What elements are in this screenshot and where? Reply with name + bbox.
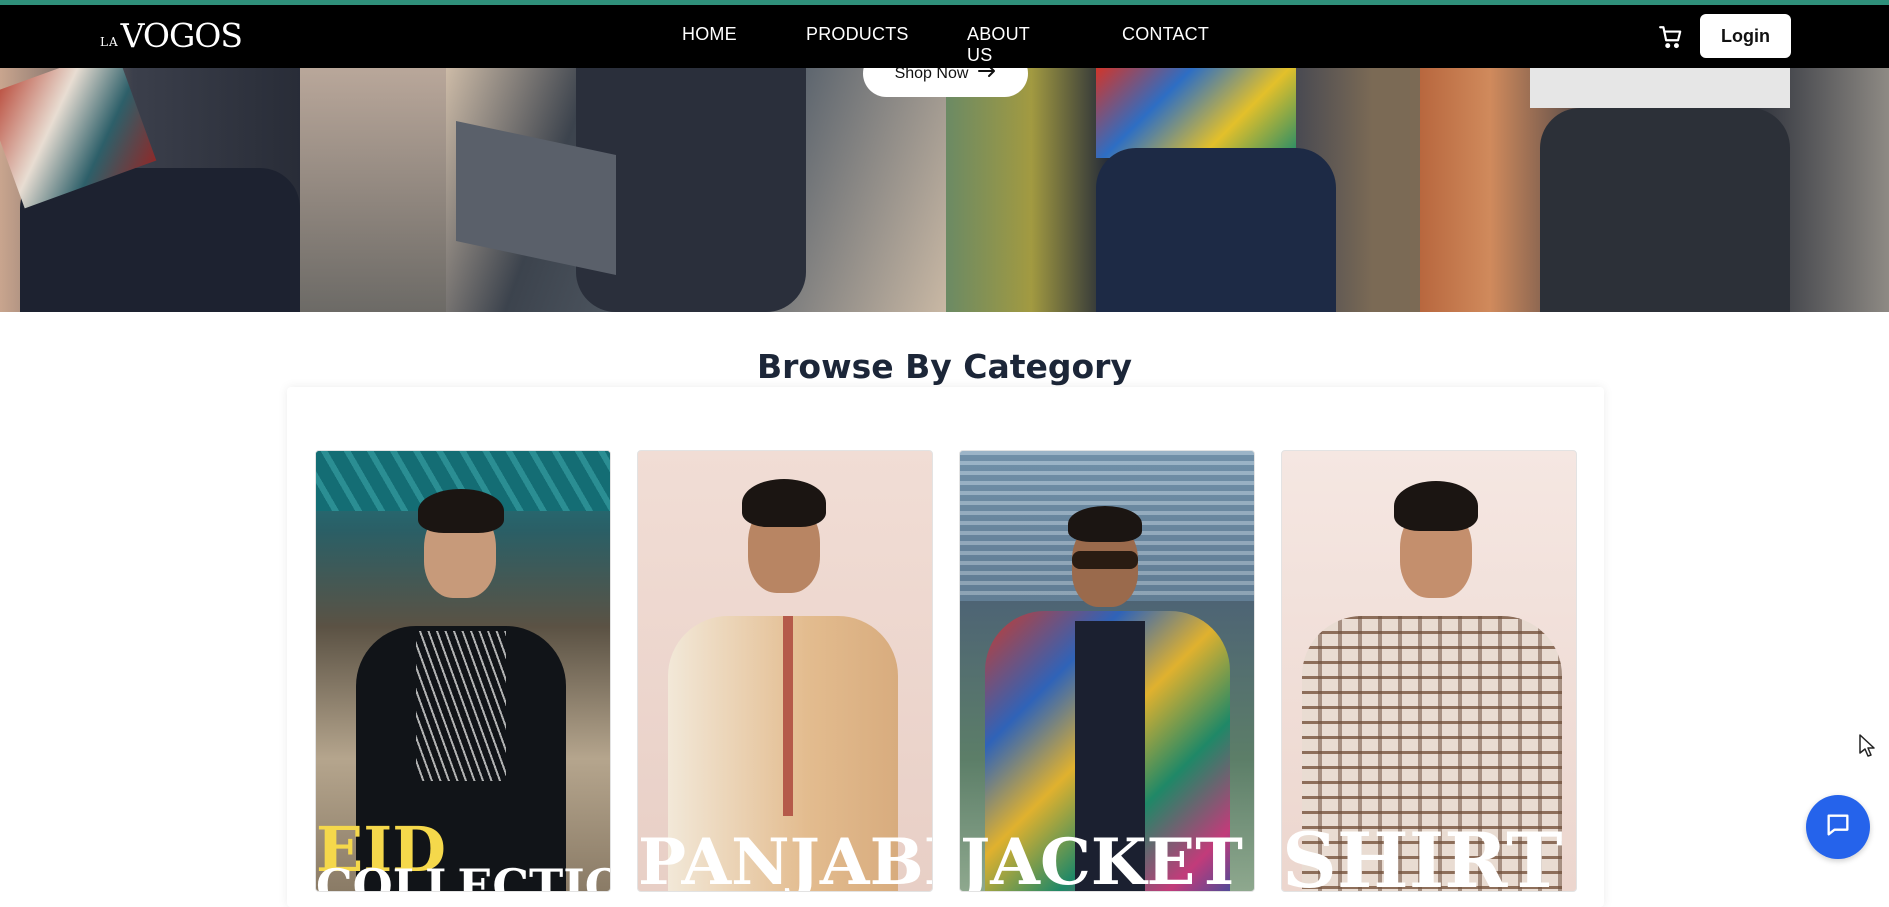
login-button[interactable]: Login bbox=[1700, 14, 1791, 58]
category-card-jacket[interactable]: JACKET bbox=[959, 450, 1255, 892]
hero-slide-image-4 bbox=[1420, 68, 1889, 312]
brand-logo[interactable]: LA VOGOS bbox=[100, 16, 243, 55]
brand-prefix: LA bbox=[100, 35, 119, 49]
category-title: SHIRT bbox=[1282, 816, 1563, 892]
nav-contact[interactable]: CONTACT bbox=[1122, 24, 1209, 45]
chat-button[interactable] bbox=[1806, 795, 1870, 859]
nav-home[interactable]: HOME bbox=[682, 24, 737, 45]
category-title: JACKET bbox=[960, 825, 1243, 892]
hero-slide-image-3 bbox=[946, 68, 1420, 312]
chat-bubble-icon bbox=[1824, 811, 1852, 843]
hero-slide-image-2 bbox=[446, 68, 946, 312]
brand-name: VOGOS bbox=[120, 16, 243, 55]
nav-products[interactable]: PRODUCTS bbox=[806, 24, 909, 45]
hero-slide-image-1 bbox=[0, 68, 446, 312]
nav-about-us[interactable]: ABOUT US bbox=[967, 24, 1030, 66]
navbar: LA VOGOS HOME PRODUCTS ABOUT US CONTACT … bbox=[0, 5, 1889, 68]
section-title: Browse By Category bbox=[757, 347, 1132, 386]
hero-carousel bbox=[0, 68, 1889, 312]
category-card-eid-collection[interactable]: EID COLLECTION bbox=[315, 450, 611, 892]
cart-icon[interactable] bbox=[1658, 24, 1684, 50]
mouse-cursor-icon bbox=[1858, 733, 1876, 763]
category-card-shirt[interactable]: SHIRT bbox=[1281, 450, 1577, 892]
category-title: PANJABI bbox=[638, 825, 933, 892]
category-title-line2: COLLECTION bbox=[316, 859, 610, 892]
category-card-panjabi[interactable]: PANJABI bbox=[637, 450, 933, 892]
